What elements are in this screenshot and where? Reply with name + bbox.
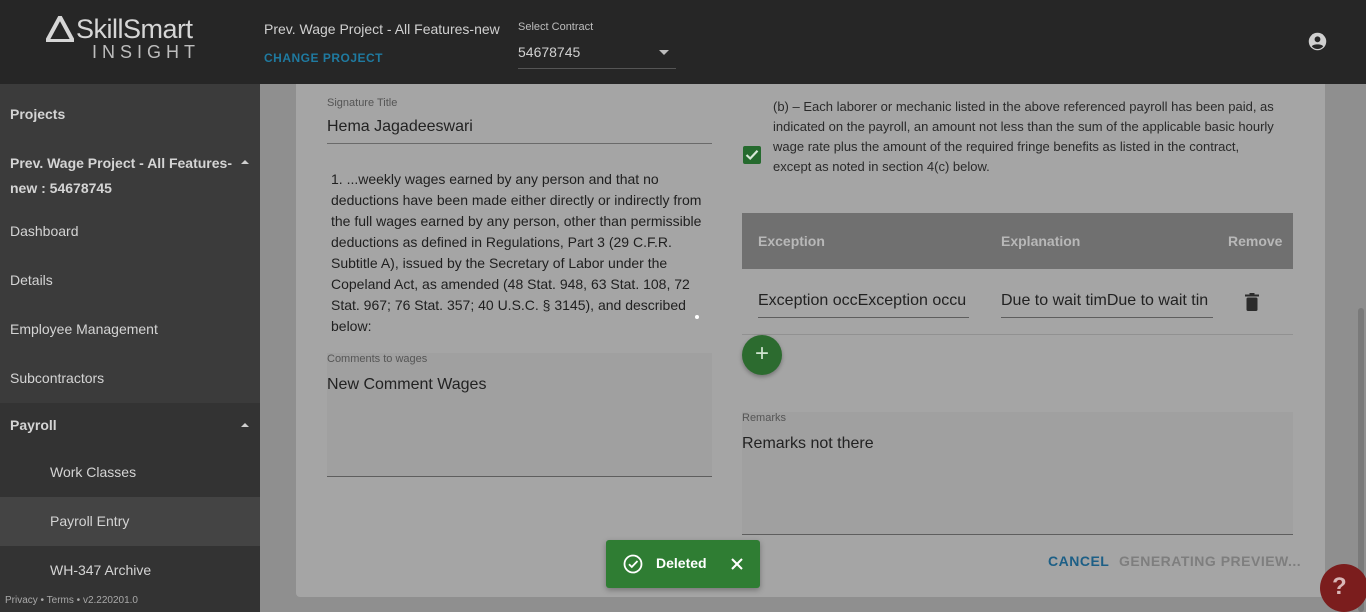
check-circle-icon (623, 554, 643, 574)
add-exception-button[interactable]: + (742, 335, 782, 375)
page-scrollbar[interactable] (1358, 308, 1364, 612)
close-icon[interactable] (730, 557, 744, 571)
explanation-input[interactable]: Due to wait timDue to wait tin (1001, 292, 1213, 318)
skillsmart-logo[interactable]: SkillSmart INSIGHT (46, 14, 218, 64)
remarks-label: Remarks (742, 412, 787, 424)
wages-statement: 1. ...weekly wages earned by any person … (331, 171, 702, 334)
select-contract-label: Select Contract (518, 21, 594, 33)
help-label: ? (1332, 573, 1347, 600)
sidebar-item-label: Subcontractors (10, 370, 105, 386)
check-icon (745, 150, 759, 161)
column-header-explanation: Explanation (1001, 233, 1081, 249)
chevron-up-icon (241, 423, 249, 427)
chevron-down-icon (659, 50, 669, 55)
remarks-value: Remarks not there (742, 435, 874, 452)
change-project-link[interactable]: CHANGE PROJECT (264, 51, 383, 65)
plus-icon: + (754, 340, 769, 367)
top-app-bar: SkillSmart INSIGHT Prev. Wage Project - … (0, 0, 1366, 84)
sidebar-item-label: Prev. Wage Project - All Features- (10, 155, 232, 171)
exceptions-table-header: Exception Explanation Remove (742, 213, 1293, 269)
sidebar-item-label: Work Classes (50, 464, 137, 480)
column-header-exception: Exception (758, 233, 825, 249)
column-header-remove: Remove (1228, 233, 1283, 249)
logo-brand: SkillSmart (76, 14, 193, 44)
signature-title-label: Signature Title (327, 97, 398, 109)
sidebar-item-label: Details (10, 272, 53, 288)
statement-b-checkbox[interactable] (743, 146, 761, 164)
help-button[interactable]: ? (1320, 564, 1366, 612)
logo-sub: INSIGHT (92, 42, 201, 62)
project-title: Prev. Wage Project - All Features-new (264, 21, 500, 37)
comments-value: New Comment Wages (327, 376, 487, 393)
cursor-dot (695, 315, 699, 319)
deleted-toast: Deleted (606, 540, 760, 588)
contract-select[interactable]: 54678745 (518, 44, 676, 69)
contract-select-value: 54678745 (518, 44, 581, 60)
signature-title-field[interactable]: Hema Jagadeeswari (327, 118, 712, 144)
sidebar-item-label: new : 54678745 (10, 180, 112, 196)
sidebar-item-label: Projects (10, 106, 66, 122)
comments-label: Comments to wages (327, 353, 428, 365)
remarks-field[interactable] (742, 412, 1293, 535)
sidebar: Projects Prev. Wage Project - All Featur… (0, 84, 260, 612)
sidebar-footer[interactable]: Privacy • Terms • v2.220201.0 (5, 595, 138, 606)
exception-input[interactable]: Exception occException occu (758, 292, 969, 318)
active-item-highlight (0, 497, 260, 546)
comments-to-wages-field[interactable] (327, 353, 712, 477)
sidebar-item-label: Employee Management (10, 321, 158, 337)
sidebar-item-label: Payroll (10, 417, 57, 433)
logo-triangle-icon (46, 16, 74, 42)
generating-preview-button[interactable]: GENERATING PREVIEW... (1119, 553, 1301, 569)
trash-icon[interactable] (1245, 293, 1259, 311)
toast-message: Deleted (656, 555, 707, 571)
sidebar-item-label: WH-347 Archive (50, 562, 152, 578)
cancel-button[interactable]: CANCEL (1048, 553, 1109, 569)
sidebar-item-label: Dashboard (10, 223, 79, 239)
sidebar-item-label: Payroll Entry (50, 513, 130, 529)
statement-b-text: (b) – Each laborer or mechanic listed in… (773, 99, 1274, 174)
account-circle-icon[interactable] (1307, 31, 1328, 52)
chevron-up-icon (241, 160, 249, 164)
